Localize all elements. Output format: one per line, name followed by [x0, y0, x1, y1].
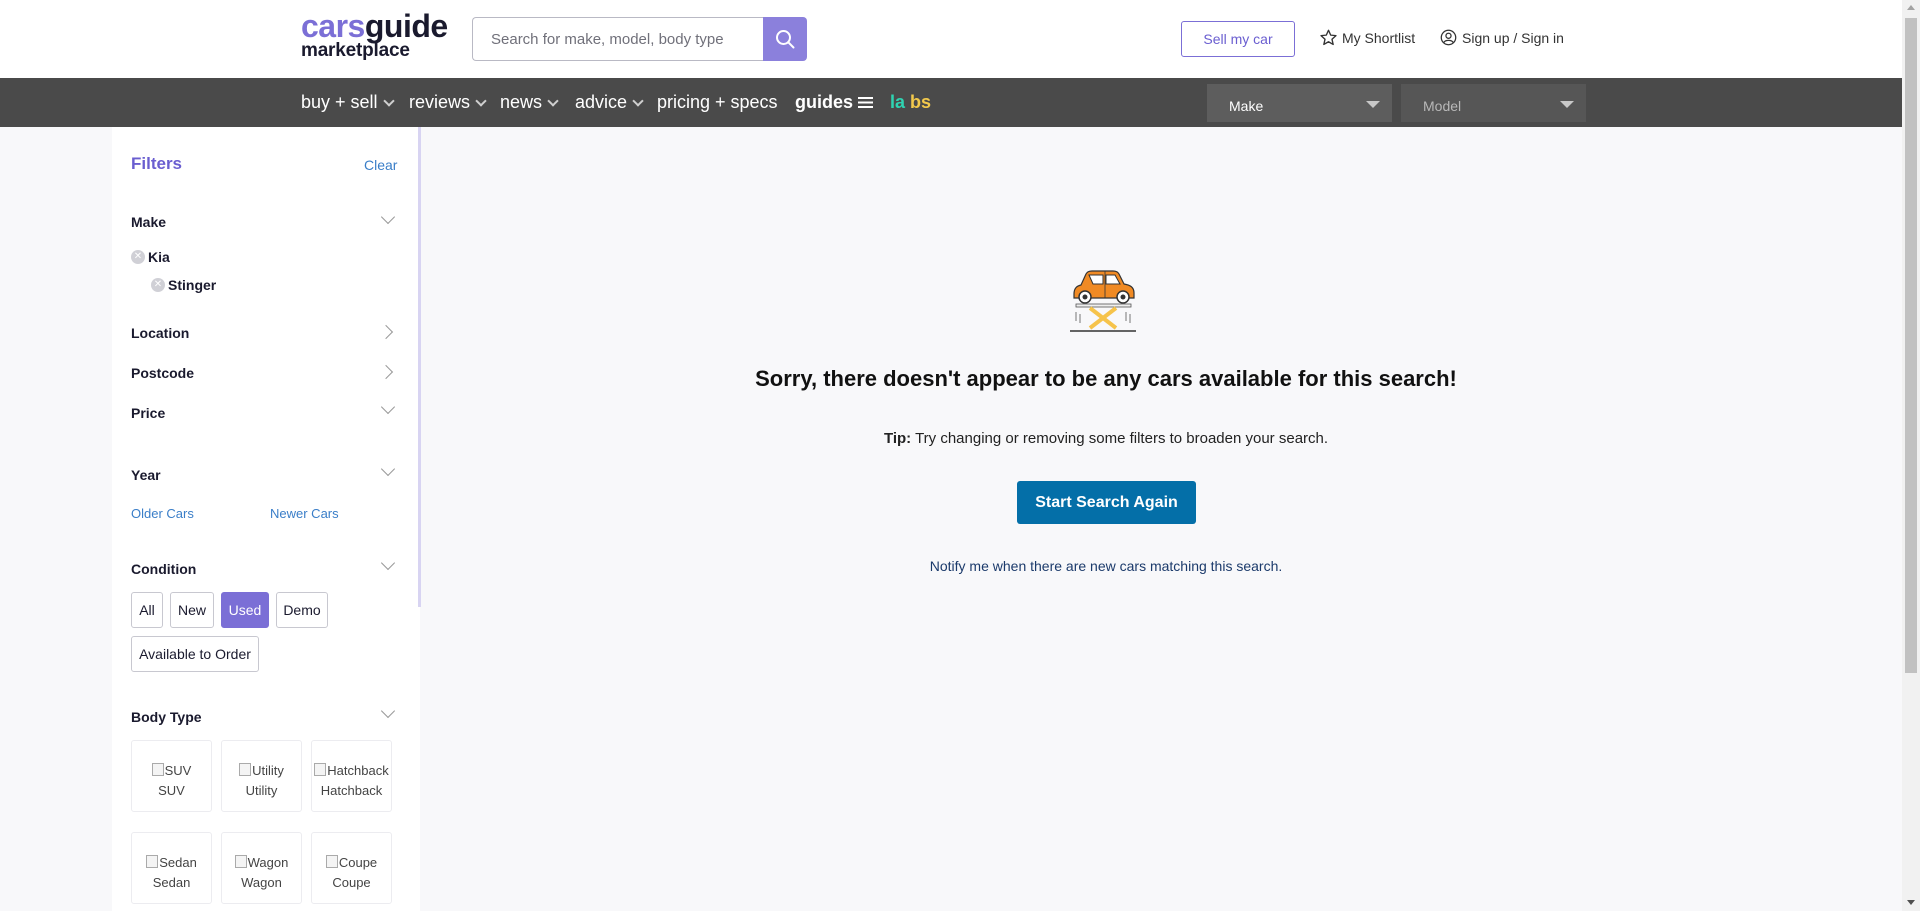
older-cars-link[interactable]: Older Cars: [131, 506, 194, 521]
make-select[interactable]: Make: [1207, 84, 1392, 122]
condition-all-button[interactable]: All: [131, 592, 163, 628]
tip-label: Tip:: [883, 430, 912, 447]
shortlist-label: My Shortlist: [1342, 29, 1416, 46]
body-type-suv[interactable]: SUV SUV: [131, 740, 212, 812]
chevron-down-icon: [632, 94, 644, 107]
body-type-wagon[interactable]: Wagon Wagon: [221, 832, 302, 904]
condition-used-button[interactable]: Used: [221, 592, 269, 628]
filter-condition-header[interactable]: Condition: [131, 561, 196, 577]
sign-in-label: Sign up / Sign in: [1462, 29, 1564, 46]
condition-available-to-order-button[interactable]: Available to Order: [131, 636, 259, 672]
dropdown-arrow-icon: [1560, 101, 1574, 108]
body-type-label: Coupe: [332, 875, 371, 890]
nav-pricing-specs[interactable]: pricing + specs: [657, 92, 778, 113]
model-chip-label: Stinger: [168, 277, 217, 293]
sell-my-car-button[interactable]: Sell my car: [1181, 21, 1295, 57]
model-select[interactable]: Model: [1401, 84, 1586, 122]
no-results-title: Sorry, there doesn't appear to be any ca…: [755, 366, 1457, 391]
body-type-label: Wagon: [241, 875, 282, 890]
filter-year-header[interactable]: Year: [131, 467, 161, 483]
nav-news-label: news: [500, 92, 543, 112]
chevron-down-icon: [382, 94, 395, 107]
model-select-value: Model: [1423, 98, 1462, 114]
wagon-image: Wagon: [222, 855, 301, 870]
carsguide-logo[interactable]: carsguide marketplace: [301, 10, 448, 60]
condition-demo-button[interactable]: Demo: [276, 592, 328, 628]
nav-advice[interactable]: advice: [575, 92, 644, 113]
clear-filters-link[interactable]: Clear: [364, 157, 397, 173]
nav-reviews[interactable]: reviews: [409, 92, 487, 113]
filter-location-header[interactable]: Location: [131, 325, 189, 341]
body-type-sedan[interactable]: Sedan Sedan: [131, 832, 212, 904]
logo-part-2: guide: [364, 8, 448, 44]
search-button[interactable]: [763, 17, 807, 61]
chevron-down-icon: [475, 94, 487, 107]
nav-buy-sell-label: buy + sell: [301, 92, 378, 112]
filter-make-header[interactable]: Make: [131, 214, 166, 230]
condition-new-button[interactable]: New: [170, 592, 214, 628]
notify-me-link[interactable]: Notify me when there are new cars matchi…: [421, 558, 1791, 574]
nav-labs-label-a: la: [890, 92, 906, 112]
body-type-utility[interactable]: Utility Utility: [221, 740, 302, 812]
filters-title: Filters: [131, 154, 183, 173]
filter-postcode-header[interactable]: Postcode: [131, 365, 194, 381]
sign-in-link[interactable]: Sign up / Sign in: [1440, 29, 1564, 46]
menu-icon: [858, 97, 874, 108]
start-search-again-button[interactable]: Start Search Again: [1017, 481, 1196, 524]
chevron-down-icon: [547, 94, 559, 107]
user-icon: [1440, 29, 1457, 46]
nav-labs-label-b: bs: [910, 92, 932, 112]
nav-guides[interactable]: guides: [795, 92, 874, 113]
nav-pricing-label: pricing + specs: [657, 92, 778, 112]
scroll-up-icon[interactable]: [1907, 5, 1915, 10]
body-type-hatchback[interactable]: Hatchback Hatchback: [311, 740, 392, 812]
remove-chip-icon[interactable]: ✕: [151, 278, 165, 292]
site-header: carsguide marketplace Sell my car My Sho…: [0, 0, 1902, 78]
newer-cars-link[interactable]: Newer Cars: [270, 506, 339, 521]
nav-labs[interactable]: la bs: [890, 92, 931, 113]
nav-guides-label: guides: [795, 92, 854, 112]
coupe-image: Coupe: [312, 855, 391, 870]
logo-part-1: cars: [301, 8, 365, 44]
search-input[interactable]: [472, 17, 763, 61]
search-tip: Tip: Try changing or removing some filte…: [421, 430, 1791, 447]
search-icon: [776, 30, 795, 49]
nav-news[interactable]: news: [500, 92, 559, 113]
my-shortlist-link[interactable]: My Shortlist: [1320, 29, 1415, 46]
page-scrollbar-thumb[interactable]: [1905, 18, 1917, 673]
nav-reviews-label: reviews: [409, 92, 471, 112]
nav-advice-label: advice: [575, 92, 628, 112]
search-bar: [472, 17, 807, 61]
dropdown-arrow-icon: [1366, 101, 1380, 108]
car-on-lift-icon: [1070, 270, 1136, 332]
hatchback-image: Hatchback: [312, 763, 391, 778]
body-type-label: SUV: [158, 783, 185, 798]
suv-image: SUV: [132, 763, 211, 778]
filter-body-type-header[interactable]: Body Type: [131, 709, 202, 725]
utility-image: Utility: [222, 763, 301, 778]
make-chip-kia: ✕ Kia: [131, 249, 170, 265]
main-nav: [0, 78, 1902, 127]
star-icon: [1320, 29, 1337, 46]
nav-buy-sell[interactable]: buy + sell: [301, 92, 395, 113]
body-type-label: Sedan: [152, 875, 191, 890]
tip-text: Try changing or removing some filters to…: [911, 430, 1329, 447]
model-chip-stinger: ✕ Stinger: [151, 277, 216, 293]
scroll-down-icon[interactable]: [1907, 900, 1915, 905]
sedan-image: Sedan: [132, 855, 211, 870]
body-type-label: Hatchback: [320, 783, 383, 798]
body-type-label: Utility: [245, 783, 278, 798]
filter-price-header[interactable]: Price: [131, 405, 165, 421]
remove-chip-icon[interactable]: ✕: [131, 250, 145, 264]
make-select-value: Make: [1229, 98, 1264, 114]
make-chip-label: Kia: [148, 249, 170, 265]
body-type-coupe[interactable]: Coupe Coupe: [311, 832, 392, 904]
